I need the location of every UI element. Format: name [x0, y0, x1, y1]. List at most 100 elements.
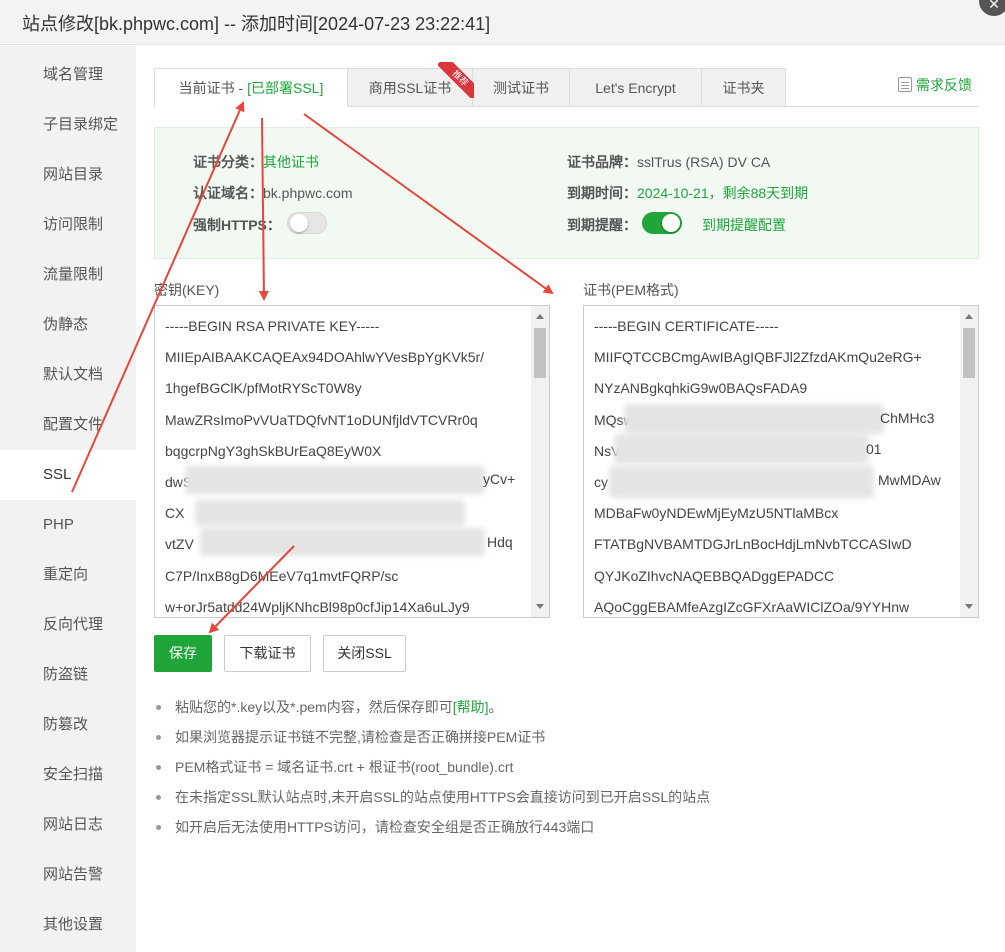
cert-label: 证书(PEM格式) — [583, 282, 679, 298]
cert-brand-label: 证书品牌： — [567, 154, 637, 170]
sidebar-item-site-alert[interactable]: 网站告警 — [0, 850, 136, 900]
help-link[interactable]: [帮助] — [453, 699, 489, 715]
scroll-down-icon[interactable] — [965, 604, 973, 609]
tip-item: 粘贴您的*.key以及*.pem内容，然后保存即可[帮助]。 — [154, 694, 974, 724]
redaction-mosaic — [200, 528, 485, 556]
force-https: 强制HTTPS： — [193, 215, 281, 235]
cert-line: AQoCggEBAMfeAzgIZcGFXrAaWIClZOa/9YYHnw — [594, 598, 910, 615]
cert-category-label: 证书分类： — [193, 154, 263, 170]
sidebar-item-default-doc[interactable]: 默认文档 — [0, 350, 136, 400]
cert-domain: 认证域名：bk.phpwc.com — [193, 183, 352, 203]
cert-expire: 到期时间：2024-10-21，剩余88天到期 — [567, 183, 808, 203]
redaction-mosaic — [185, 466, 485, 494]
window-title: 站点修改[bk.phpwc.com] -- 添加时间[2024-07-23 23… — [22, 14, 491, 34]
sidebar-item-traffic-limit[interactable]: 流量限制 — [0, 250, 136, 300]
scroll-thumb[interactable] — [534, 328, 546, 378]
tip-item: 如开启后无法使用HTTPS访问，请检查安全组是否正确放行443端口 — [154, 814, 974, 844]
expire-remind: 到期提醒： — [567, 215, 637, 235]
force-https-label: 强制HTTPS： — [193, 217, 281, 233]
window-titlebar: 站点修改[bk.phpwc.com] -- 添加时间[2024-07-23 23… — [0, 0, 1005, 45]
cert-expire-label: 到期时间： — [567, 185, 637, 201]
recommend-ribbon: 推荐 — [438, 62, 474, 98]
save-button[interactable]: 保存 — [154, 635, 212, 672]
tip-item: PEM格式证书 = 域名证书.crt + 根证书(root_bundle).cr… — [154, 754, 974, 784]
tab-cert-folder[interactable]: 证书夹 — [702, 68, 786, 107]
scroll-up-icon[interactable] — [965, 314, 973, 319]
cert-category-value: 其他证书 — [263, 154, 319, 170]
cert-line: MDBaFw0yNDEwMjEyMzU5NTlaMBcx — [594, 505, 839, 522]
redaction-mosaic — [614, 434, 869, 464]
sidebar-item-site-dir[interactable]: 网站目录 — [0, 150, 136, 200]
sidebar-item-config[interactable]: 配置文件 — [0, 400, 136, 450]
expire-remind-label: 到期提醒： — [567, 217, 637, 233]
cert-line-tail: MwMDAw — [878, 472, 941, 488]
tab-current-cert[interactable]: 当前证书 - [已部署SSL] — [154, 68, 348, 107]
tab-letsencrypt[interactable]: Let's Encrypt — [570, 68, 702, 107]
cert-domain-label: 认证域名： — [193, 185, 263, 201]
sidebar-item-redirect[interactable]: 重定向 — [0, 550, 136, 600]
close-ssl-button[interactable]: 关闭SSL — [323, 635, 406, 672]
scroll-up-icon[interactable] — [536, 314, 544, 319]
toggle-knob — [662, 214, 680, 232]
sidebar-item-other[interactable]: 其他设置 — [0, 900, 136, 950]
tip-item: 如果浏览器提示证书链不完整,请检查是否正确拼接PEM证书 — [154, 724, 974, 754]
redaction-mosaic — [624, 404, 884, 434]
edit-icon — [898, 77, 912, 92]
cert-brand: 证书品牌：sslTrus (RSA) DV CA — [567, 152, 770, 172]
download-cert-button[interactable]: 下载证书 — [224, 635, 311, 672]
tab-current-cert-label: 当前证书 - — [178, 80, 248, 96]
key-label: 密钥(KEY) — [154, 282, 220, 298]
key-line-tail: Hdq — [487, 534, 513, 550]
expire-remind-config-link[interactable]: 到期提醒配置 — [702, 215, 786, 235]
key-line: C7P/InxB8gD6MEeV7q1mvtFQRP/sc — [165, 567, 399, 584]
ssl-status-badge: [已部署SSL] — [247, 80, 324, 96]
sidebar-item-domain[interactable]: 域名管理 — [0, 50, 136, 100]
sidebar: 域名管理 子目录绑定 网站目录 访问限制 流量限制 伪静态 默认文档 配置文件 … — [0, 46, 136, 952]
sidebar-item-tamper[interactable]: 防篡改 — [0, 700, 136, 750]
key-line-tail: yCv+ — [483, 471, 516, 487]
force-https-toggle[interactable] — [287, 212, 327, 234]
cert-line: MIIFQTCCBCmgAwIBAgIQBFJl2ZfzdAKmQu2eRG+ — [594, 349, 922, 366]
feedback-link[interactable]: 需求反馈 — [898, 75, 972, 95]
cert-line: -----BEGIN CERTIFICATE----- — [594, 318, 779, 334]
tip-text: 。 — [488, 699, 503, 715]
key-scrollbar[interactable] — [531, 306, 549, 617]
tip-item: 在未指定SSL默认站点时,未开启SSL的站点使用HTTPS会直接访问到已开启SS… — [154, 784, 974, 814]
cert-expire-value: 2024-10-21，剩余88天到期 — [637, 185, 809, 201]
key-line: -----BEGIN RSA PRIVATE KEY----- — [165, 318, 380, 334]
sidebar-item-ssl[interactable]: SSL — [0, 450, 136, 500]
expire-remind-toggle[interactable] — [642, 212, 682, 234]
cert-textarea[interactable]: -----BEGIN CERTIFICATE----- MIIFQTCCBCmg… — [583, 305, 979, 618]
tip-text: 粘贴您的*.key以及*.pem内容，然后保存即可 — [175, 699, 453, 715]
cert-line: QYJKoZIhvcNAQEBBQADggEPADCC — [594, 567, 835, 584]
cert-category: 证书分类：其他证书 — [193, 152, 319, 172]
sidebar-item-security-scan[interactable]: 安全扫描 — [0, 750, 136, 800]
redaction-mosaic — [195, 500, 465, 526]
sidebar-item-subdir[interactable]: 子目录绑定 — [0, 100, 136, 150]
cert-brand-value: sslTrus (RSA) DV CA — [637, 154, 771, 170]
cert-scrollbar[interactable] — [960, 306, 978, 617]
cert-line: FTATBgNVBAMTDGJrLnBocHdjLmNvbTCCASIwD — [594, 536, 912, 553]
tab-test-cert[interactable]: 测试证书 — [473, 68, 570, 107]
cert-line-tail: ChMHc3 — [880, 410, 935, 426]
sidebar-item-rewrite[interactable]: 伪静态 — [0, 300, 136, 350]
key-line: w+orJr5atdd24WpljKNhcBl98p0cfJip14Xa6uLJ… — [165, 598, 470, 615]
sidebar-item-access-limit[interactable]: 访问限制 — [0, 200, 136, 250]
key-line: 1hgefBGClK/pfMotRYScT0W8y — [165, 380, 362, 397]
scroll-down-icon[interactable] — [536, 604, 544, 609]
sidebar-item-site-log[interactable]: 网站日志 — [0, 800, 136, 850]
cert-domain-value: bk.phpwc.com — [263, 185, 353, 201]
sidebar-item-hotlink[interactable]: 防盗链 — [0, 650, 136, 700]
sidebar-item-php[interactable]: PHP — [0, 500, 136, 550]
redaction-mosaic — [609, 466, 874, 498]
feedback-label: 需求反馈 — [916, 77, 972, 93]
key-line: MIIEpAIBAAKCAQEAx94DOAhlwYVesBpYgKVk5r/ — [165, 349, 485, 366]
toggle-knob — [290, 214, 308, 232]
scroll-thumb[interactable] — [963, 328, 975, 378]
key-line: MawZRsImoPvVUaTDQfvNT1oDUNfjldVTCVRr0q — [165, 411, 478, 428]
help-tips: 粘贴您的*.key以及*.pem内容，然后保存即可[帮助]。 如果浏览器提示证书… — [154, 694, 974, 844]
key-textarea[interactable]: -----BEGIN RSA PRIVATE KEY----- MIIEpAIB… — [154, 305, 550, 618]
cert-line-tail: 01 — [866, 441, 882, 457]
sidebar-item-reverse-proxy[interactable]: 反向代理 — [0, 600, 136, 650]
expire-remind-config-label: 到期提醒配置 — [702, 217, 786, 233]
